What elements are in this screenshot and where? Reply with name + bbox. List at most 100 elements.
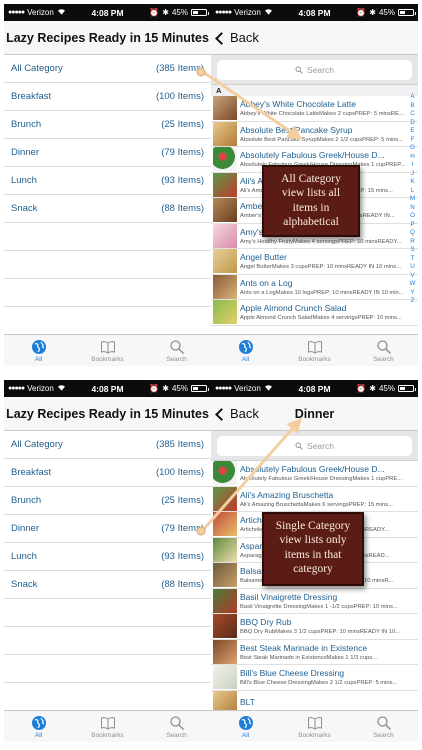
battery-icon (191, 9, 209, 16)
tab-search[interactable]: Search (142, 711, 211, 742)
recipe-thumbnail (213, 486, 237, 511)
recipe-thumbnail (213, 249, 237, 274)
recipe-title: Absolute Best Pancake Syrup (240, 124, 353, 135)
recipe-row[interactable]: BBQ Dry Rub BBQ Dry RubMakes 3 1/2 cupsPR… (211, 614, 418, 640)
index-letter[interactable]: J (411, 170, 414, 179)
recipe-row[interactable]: BLT (211, 690, 418, 710)
recipe-row[interactable]: Apple Almond Crunch Salad Apple Almond Cr… (211, 300, 418, 326)
index-letter[interactable]: V (410, 272, 414, 281)
tab-search[interactable]: Search (349, 711, 418, 742)
category-row-lunch[interactable]: Lunch (93 Items) (4, 167, 211, 195)
index-letter[interactable]: Z (411, 297, 415, 306)
index-letter[interactable]: D (410, 119, 415, 128)
empty-row (4, 307, 211, 335)
tab-search[interactable]: Search (349, 335, 418, 366)
index-letter[interactable]: K (410, 178, 414, 187)
category-count: (88 Items) (161, 203, 204, 214)
category-row-snack[interactable]: Snack (88 Items) (4, 571, 211, 599)
alarm-icon: ⏰ (356, 8, 367, 17)
recipe-row[interactable]: Absolute Best Pancake Syrup Absolute Best… (211, 121, 418, 147)
recipe-row[interactable]: Best Steak Marinade in Existence Best Ste… (211, 639, 418, 665)
recipe-thumbnail (213, 121, 237, 146)
recipe-title: Ants on a Log (240, 277, 293, 288)
tab-all[interactable]: All (4, 711, 73, 742)
search-input[interactable]: Search (217, 60, 412, 80)
index-letter[interactable]: I (412, 161, 414, 170)
category-name: Snack (11, 203, 38, 214)
index-letter[interactable]: G (410, 144, 415, 153)
category-count: (100 Items) (155, 467, 204, 478)
recipe-summary: Absolute Best Pancake SyrupMakes 2 1/2 c… (240, 136, 404, 143)
index-letter[interactable]: Y (410, 289, 414, 298)
battery-icon (398, 9, 416, 16)
category-name: All Category (11, 63, 63, 74)
index-letter[interactable]: M (410, 195, 415, 204)
recipe-row[interactable]: Ants on a Log Ants on a LogMakes 10 logsP… (211, 274, 418, 300)
index-letter[interactable]: A (410, 93, 414, 102)
category-row-dinner[interactable]: Dinner (79 Items) (4, 515, 211, 543)
index-letter[interactable]: H (410, 153, 415, 162)
category-row-snack[interactable]: Snack (88 Items) (4, 195, 211, 223)
battery-percent: 45% (378, 8, 395, 17)
category-row-breakfast[interactable]: Breakfast (100 Items) (4, 459, 211, 487)
category-row-all[interactable]: All Category (385 Items) (4, 431, 211, 459)
search-icon (169, 715, 184, 730)
alphabet-index[interactable]: ABCDEFGHIJKLMNOPQRSTUVWYZ (408, 93, 417, 306)
index-letter[interactable]: Q (410, 229, 415, 238)
tab-all[interactable]: All (211, 335, 280, 366)
tab-search[interactable]: Search (142, 335, 211, 366)
index-letter[interactable]: B (410, 102, 414, 111)
alarm-icon: ⏰ (149, 8, 160, 17)
index-letter[interactable]: F (411, 136, 415, 145)
recipe-title: Apple Almond Crunch Salad (240, 303, 347, 314)
book-icon (100, 716, 115, 730)
tab-bookmarks[interactable]: Bookmarks (280, 335, 349, 366)
nav-bar: Lazy Recipes Ready in 15 Minutes (4, 21, 211, 55)
recipe-summary: Amy's Healthy FruityMakes 4 servingsPREP… (240, 238, 402, 245)
tab-bookmarks[interactable]: Bookmarks (280, 711, 349, 742)
book-icon (307, 340, 322, 354)
index-letter[interactable]: O (410, 212, 415, 221)
index-letter[interactable]: W (410, 280, 416, 289)
index-letter[interactable]: P (410, 221, 414, 230)
index-letter[interactable]: N (410, 204, 415, 213)
tab-bookmarks[interactable]: Bookmarks (73, 711, 142, 742)
recipe-row[interactable]: Angel Butter Angel ButterMakes 3 cupsPREP… (211, 249, 418, 275)
recipe-title: Basil Vinaigrette Dressing (240, 591, 338, 602)
recipe-thumbnail (213, 147, 237, 172)
callout-all-category: All Category view lists all items in alp… (262, 165, 360, 237)
tab-label: Bookmarks (91, 355, 124, 363)
tab-label: All (241, 355, 250, 363)
category-row-dinner[interactable]: Dinner (79 Items) (4, 139, 211, 167)
index-letter[interactable]: T (411, 255, 415, 264)
index-letter[interactable]: L (411, 187, 415, 196)
back-button[interactable]: Back (215, 397, 259, 430)
status-bar: ●●●●● Verizon 4:08 PM ⏰ ✱ 45% (211, 380, 418, 397)
tab-bookmarks[interactable]: Bookmarks (73, 335, 142, 366)
tab-all[interactable]: All (4, 335, 73, 366)
tab-all[interactable]: All (211, 711, 280, 742)
category-row-all[interactable]: All Category (385 Items) (4, 55, 211, 83)
recipe-row[interactable]: Basil Vinaigrette Dressing Basil Vinaigre… (211, 588, 418, 614)
category-count: (79 Items) (161, 147, 204, 158)
recipe-row[interactable]: Absolutely Fabulous Greek/House D... Abso… (211, 461, 418, 487)
back-button[interactable]: Back (215, 21, 259, 54)
recipe-title: Ali's Amazing Bruschetta (240, 489, 334, 500)
index-letter[interactable]: E (410, 127, 414, 136)
recipe-row[interactable]: Abbey's White Chocolate Latte Abbey's Whi… (211, 96, 418, 122)
category-row-lunch[interactable]: Lunch (93 Items) (4, 543, 211, 571)
recipe-row[interactable]: Bill's Blue Cheese Dressing Bill's Blue C… (211, 665, 418, 691)
battery-icon (191, 385, 209, 392)
book-icon (100, 340, 115, 354)
recipe-row[interactable]: Ali's Amazing BruschettaAli's Amazing Br… (211, 486, 418, 512)
index-letter[interactable]: S (410, 246, 414, 255)
category-row-brunch[interactable]: Brunch (25 Items) (4, 111, 211, 139)
index-letter[interactable]: C (410, 110, 415, 119)
tab-label: Bookmarks (91, 731, 124, 739)
tab-bar: All Bookmarks Search (211, 710, 418, 742)
index-letter[interactable]: R (410, 238, 415, 247)
search-input[interactable]: Search (217, 436, 412, 456)
category-row-breakfast[interactable]: Breakfast (100 Items) (4, 83, 211, 111)
category-row-brunch[interactable]: Brunch (25 Items) (4, 487, 211, 515)
index-letter[interactable]: U (410, 263, 415, 272)
